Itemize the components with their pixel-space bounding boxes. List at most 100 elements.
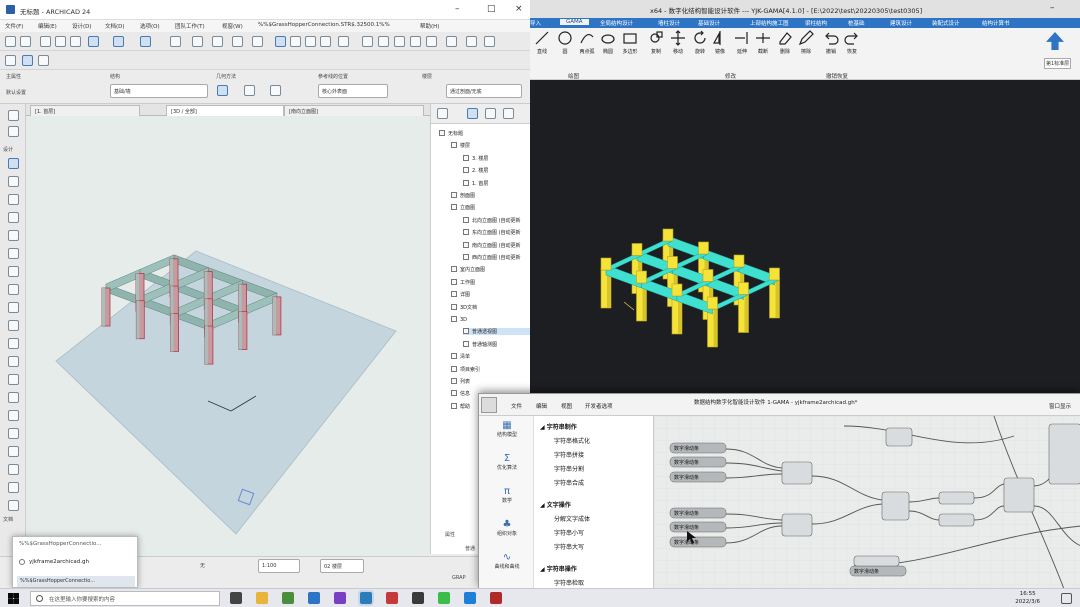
nav-item[interactable]: 工作图 <box>451 278 531 286</box>
trace-icon[interactable] <box>140 36 151 47</box>
nav-item[interactable]: 清单 <box>451 353 531 360</box>
redo-icon[interactable] <box>20 36 31 47</box>
nav-item[interactable]: 东向立面图 (自动更新 <box>463 229 531 236</box>
select-icon[interactable] <box>275 36 286 47</box>
railing-tool-icon[interactable] <box>8 302 19 313</box>
gh-category[interactable]: ∿ 曲线和曲线 <box>487 552 527 570</box>
gh-menu-edit[interactable]: 编辑 <box>536 402 547 410</box>
chrome-icon[interactable] <box>282 592 294 604</box>
menu-edit[interactable]: 编辑(E) <box>38 22 57 30</box>
gama-tab[interactable]: GAMA <box>560 19 589 25</box>
zone-tool-icon[interactable] <box>8 392 19 403</box>
gama-tab[interactable]: 导入 <box>530 19 541 27</box>
crop-icon[interactable] <box>290 36 301 47</box>
ribbon-button-extend[interactable]: 延伸 <box>732 30 752 55</box>
nav-item[interactable]: 详图 <box>451 291 531 298</box>
start-icon[interactable] <box>8 593 19 604</box>
publisher-icon[interactable] <box>503 108 514 119</box>
trim-icon[interactable] <box>378 36 389 47</box>
arrow-tool-icon[interactable] <box>8 110 19 121</box>
gama-tab[interactable]: 上部结构施工图 <box>750 19 789 27</box>
structure-dropdown[interactable]: 基础/墙 <box>110 84 208 98</box>
syringe-icon[interactable] <box>70 36 81 47</box>
gh-category[interactable]: ♣ 组织对象 <box>487 519 527 537</box>
taskbar-clock[interactable]: 16:55 2022/3/6 <box>1015 590 1040 606</box>
slab-tool-icon[interactable] <box>8 212 19 223</box>
layer-icon[interactable] <box>232 36 243 47</box>
gama-tab[interactable]: 桩基础 <box>848 19 865 27</box>
reference-line-dropdown[interactable]: 核心外表面 <box>318 84 388 98</box>
menu-gh-connection[interactable]: %%$GrassHopperConnection.STR$.32500.1%% <box>258 22 390 28</box>
gh-component-concat-2[interactable] <box>781 513 813 537</box>
scale-field[interactable]: 1:100 <box>258 559 300 573</box>
close-icon[interactable]: × <box>515 4 523 14</box>
gh-component-out-1[interactable] <box>938 491 975 505</box>
cross-icon[interactable] <box>305 36 316 47</box>
view-map-icon[interactable] <box>467 108 478 119</box>
fill-tool-icon[interactable] <box>8 500 19 511</box>
gh-menu-file[interactable]: 文件 <box>511 402 522 410</box>
floor-up-icon[interactable] <box>1046 32 1064 50</box>
window-tool-icon[interactable] <box>8 338 19 349</box>
ribbon-button-copy[interactable]: 复制 <box>646 30 666 55</box>
gh-component-right[interactable] <box>1048 423 1080 485</box>
nav-item[interactable]: 2. 楼层 <box>463 167 531 174</box>
info-main-value[interactable]: 默认设置 <box>6 89 26 96</box>
geometry-arc-icon[interactable] <box>244 85 255 96</box>
layout-book-icon[interactable] <box>485 108 496 119</box>
nav-item[interactable]: 室内立面图 <box>451 266 531 273</box>
curtainwall-tool-icon[interactable] <box>8 356 19 367</box>
grid-icon[interactable] <box>170 36 181 47</box>
curve-icon[interactable] <box>426 36 437 47</box>
gh-component-top[interactable] <box>885 427 913 447</box>
list-icon[interactable] <box>5 55 16 66</box>
task-view-icon[interactable] <box>230 592 242 604</box>
store-icon[interactable] <box>412 592 424 604</box>
nav-item[interactable]: 3D <box>451 316 531 323</box>
hand-icon[interactable] <box>252 36 263 47</box>
menu-options[interactable]: 选项(O) <box>140 22 160 30</box>
gh-list-item[interactable]: 字符串小写 <box>554 528 584 537</box>
shell-tool-icon[interactable] <box>8 248 19 259</box>
gh-list-item[interactable]: 字符串格式化 <box>554 436 590 445</box>
nav-item[interactable]: 剖面图 <box>451 192 531 199</box>
gh-menu-dev[interactable]: 开发者选项 <box>585 402 613 410</box>
gama-tab[interactable]: 墙柱设计 <box>658 19 680 27</box>
eye-icon[interactable] <box>338 36 349 47</box>
nav-item[interactable]: 南向立面图 (自动更新 <box>463 241 531 249</box>
dimension-tool-icon[interactable] <box>8 446 19 457</box>
settings-icon[interactable] <box>38 55 49 66</box>
gama-tab[interactable]: 基础设计 <box>698 19 720 27</box>
nav-item[interactable]: 普通轴测图 <box>463 340 531 348</box>
pointer-icon[interactable] <box>40 36 51 47</box>
ribbon-button-line[interactable]: 直线 <box>532 30 552 55</box>
nav-item[interactable]: 普通透视图 <box>463 328 531 336</box>
gama-tab[interactable]: 结构计算书 <box>982 19 1010 27</box>
gh-component-bottom[interactable] <box>853 555 900 567</box>
maximize-icon[interactable]: □ <box>487 4 496 14</box>
nav-item[interactable]: 3D文档 <box>451 303 531 311</box>
gh-component-concat-1[interactable] <box>781 461 813 485</box>
undo-icon[interactable] <box>5 36 16 47</box>
guide-icon[interactable] <box>113 36 124 47</box>
nav-item[interactable]: 楼层 <box>451 142 531 149</box>
gh-component-send[interactable] <box>1003 477 1035 513</box>
explorer-icon[interactable] <box>256 592 268 604</box>
vs-icon[interactable] <box>334 592 346 604</box>
taskbar-search[interactable]: 在这里输入你要搜索的内容 <box>30 591 220 606</box>
menu-file[interactable]: 文件(F) <box>5 22 23 30</box>
archicad-3d-view[interactable] <box>26 116 430 556</box>
magic-wand-icon[interactable] <box>212 36 223 47</box>
ribbon-button-move[interactable]: 移动 <box>668 30 688 55</box>
gama-tab[interactable]: 建筑设计 <box>890 19 912 27</box>
project-map-icon[interactable] <box>437 108 448 119</box>
ribbon-button-cut[interactable]: 截断 <box>753 30 773 55</box>
gh-category[interactable]: ▦ 结构模型 <box>487 420 527 438</box>
gh-list-item[interactable]: 字符串合成 <box>554 478 584 487</box>
offset-icon[interactable] <box>394 36 405 47</box>
nav-item[interactable]: 项目索引 <box>451 365 531 373</box>
menu-teamwork[interactable]: 团队工作(T) <box>175 22 205 30</box>
mesh-tool-icon[interactable] <box>8 266 19 277</box>
snap-icon[interactable] <box>88 36 99 47</box>
gh-component-out-2[interactable] <box>938 513 975 527</box>
